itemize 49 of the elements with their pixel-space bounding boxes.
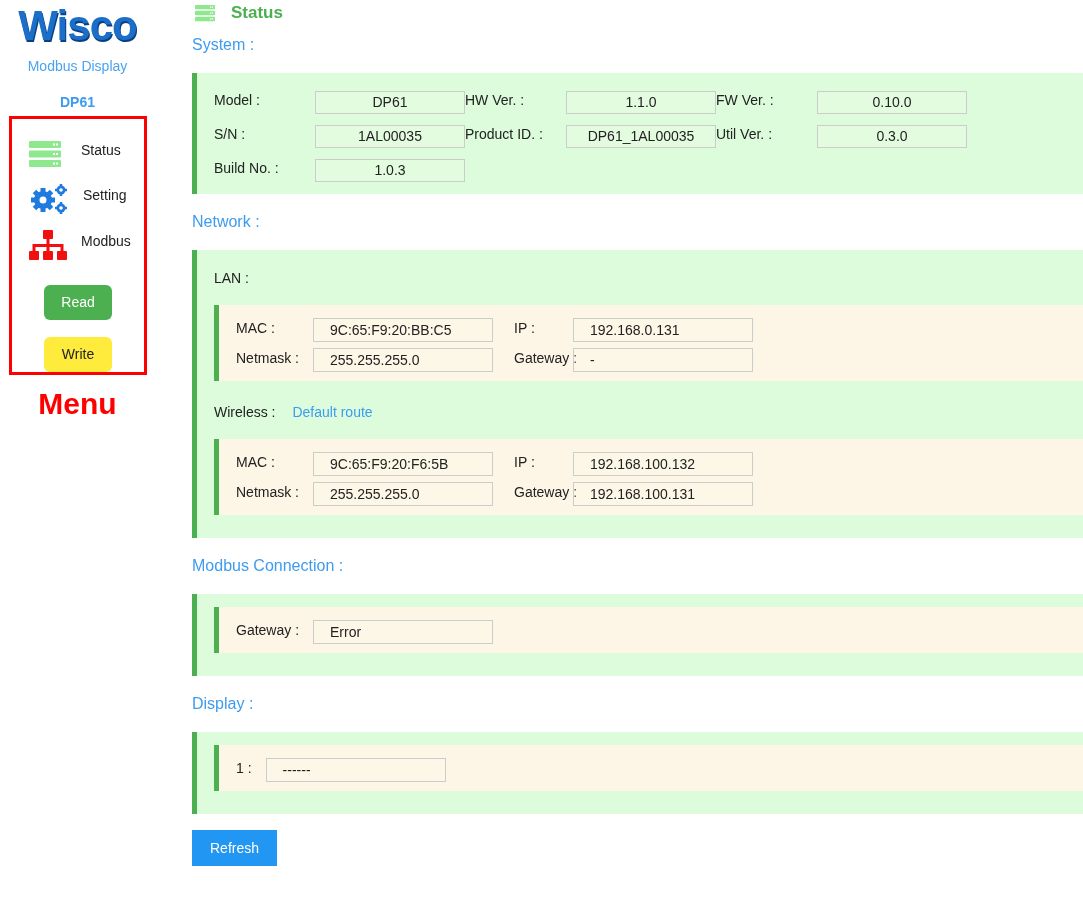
device-name: DP61 bbox=[60, 94, 95, 110]
field-label: HW Ver. : bbox=[465, 91, 526, 108]
server-icon bbox=[195, 4, 215, 22]
network-icon bbox=[29, 229, 67, 260]
section-title: Network : bbox=[192, 213, 260, 231]
field-label: Gateway : bbox=[236, 622, 301, 638]
logo: Wisco bbox=[18, 4, 137, 48]
value-field: 192.168.100.132 bbox=[573, 452, 753, 476]
field-label: S/N : bbox=[214, 125, 247, 142]
section-title: Display : bbox=[192, 695, 254, 713]
value-field: 255.255.255.0 bbox=[313, 482, 493, 506]
field-label: 1 : bbox=[236, 760, 253, 776]
value-field: 255.255.255.0 bbox=[313, 348, 493, 372]
menu-item[interactable]: Setting bbox=[23, 176, 133, 223]
value-field: 1.0.3 bbox=[315, 159, 465, 182]
field-label: IP : bbox=[513, 320, 536, 336]
subtitle: Modbus Display bbox=[27, 58, 128, 74]
server-icon bbox=[29, 140, 61, 167]
value-field: 0.3.0 bbox=[817, 125, 967, 148]
gears-icon bbox=[29, 183, 69, 216]
value-field: 192.168.0.131 bbox=[573, 318, 753, 342]
value-field: 0.10.0 bbox=[817, 91, 967, 114]
value-field: DP61 bbox=[315, 91, 465, 114]
field-label: Netmask : bbox=[236, 350, 300, 366]
page-title: Status bbox=[231, 3, 283, 23]
field-label: Product ID. : bbox=[465, 125, 544, 142]
field-label: MAC : bbox=[236, 454, 276, 470]
value-field: 9C:65:F9:20:BB:C5 bbox=[313, 318, 493, 342]
value-field: DP61_1AL00035 bbox=[566, 125, 716, 148]
field-label: FW Ver. : bbox=[716, 91, 775, 108]
group-label: Wireless : bbox=[214, 404, 276, 420]
menu-item[interactable]: Status bbox=[23, 131, 133, 177]
field-label: Util Ver. : bbox=[716, 125, 774, 142]
value-field: ------ bbox=[265, 758, 446, 782]
field-label: IP : bbox=[513, 454, 536, 470]
value-field: 1AL00035 bbox=[315, 125, 465, 148]
field-label: Model : bbox=[214, 91, 261, 108]
field-label: Build No. : bbox=[214, 159, 280, 176]
field-label: MAC : bbox=[236, 320, 276, 336]
value-field: 9C:65:F9:20:F6:5B bbox=[313, 452, 493, 476]
value-field: Error bbox=[313, 620, 494, 644]
annotation-label: Menu bbox=[38, 387, 117, 421]
write-button[interactable]: Write bbox=[44, 336, 112, 372]
value-field: 1.1.0 bbox=[566, 91, 716, 114]
field-label: Netmask : bbox=[236, 484, 300, 500]
section-title: System : bbox=[192, 36, 255, 54]
menu-item[interactable]: Modbus bbox=[23, 222, 133, 268]
section-title: Modbus Connection : bbox=[192, 557, 344, 575]
group-label: LAN : bbox=[214, 270, 249, 286]
